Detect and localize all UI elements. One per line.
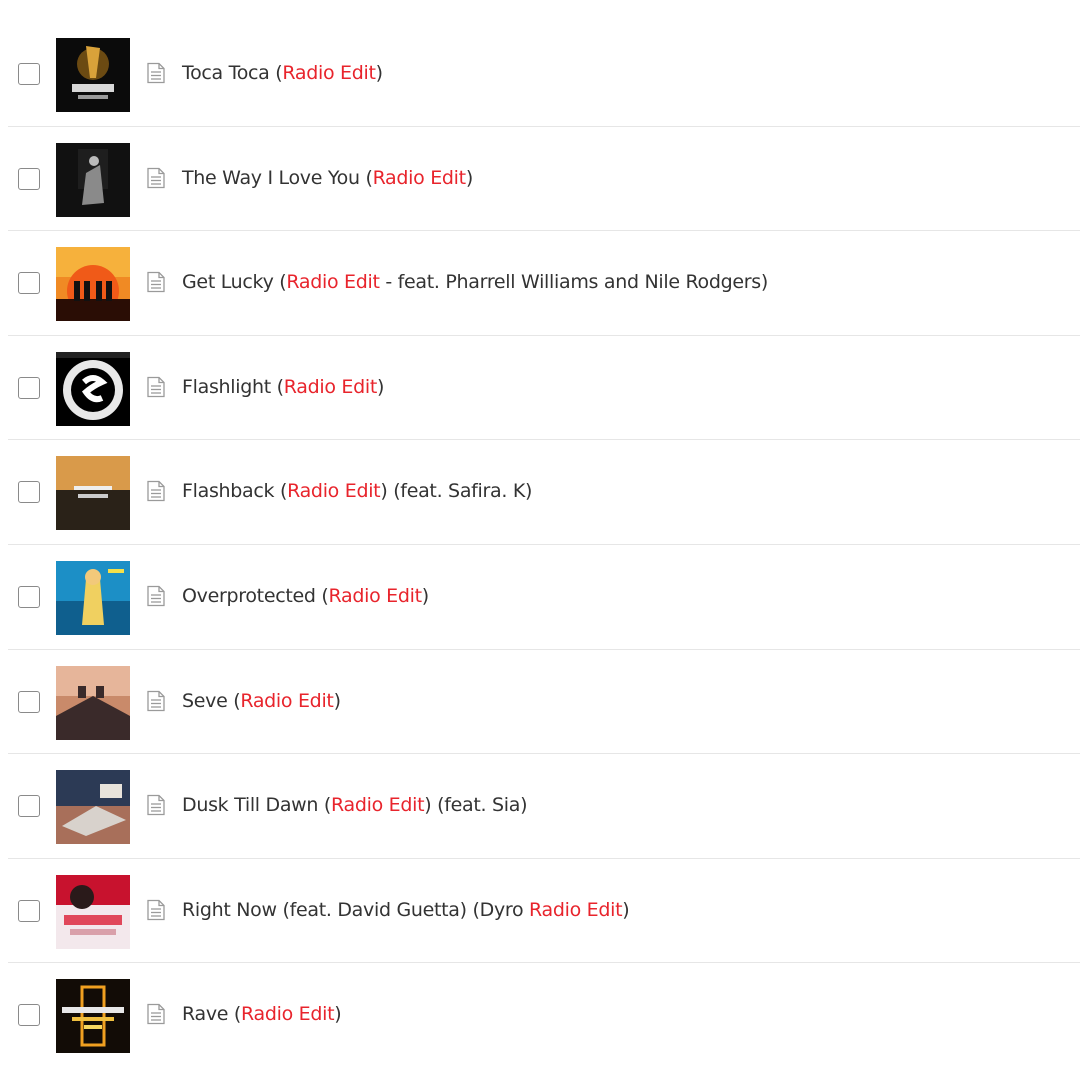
track-title-text: ) (375, 62, 383, 84)
track-title-text: ) (421, 584, 429, 607)
radio-edit-highlight: Radio Edit (286, 271, 380, 294)
track-row[interactable]: Flashback (Radio Edit) (feat. Safira. K) (8, 440, 1080, 545)
track-title-text: ) (feat. Safira. K) (380, 480, 533, 503)
track-title-text: Rave ( (182, 1003, 242, 1026)
radio-edit-highlight: Radio Edit (529, 898, 623, 921)
track-title-text: Toca Toca ( (182, 62, 283, 84)
track-title-text: ) (334, 1003, 342, 1026)
track-title-text: ) (feat. Sia) (424, 794, 528, 817)
track-checkbox[interactable] (18, 481, 40, 504)
track-title[interactable]: Flashlight (Radio Edit) (182, 374, 384, 400)
radio-edit-highlight: Radio Edit (328, 584, 423, 607)
track-title-text: ) (622, 898, 630, 921)
track-row[interactable]: The Way I Love You (Radio Edit) (8, 127, 1080, 232)
track-checkbox[interactable] (18, 167, 40, 190)
track-title-text: ) (465, 166, 473, 189)
seve-cover[interactable] (56, 665, 130, 740)
track-title[interactable]: The Way I Love You (Radio Edit) (182, 165, 473, 191)
track-title-text: Overprotected ( (182, 584, 329, 607)
track-checkbox[interactable] (18, 272, 40, 295)
track-checkbox[interactable] (18, 1004, 40, 1027)
track-checkbox[interactable] (18, 795, 40, 818)
dusk-till-dawn-cover[interactable] (56, 770, 130, 845)
flashback-cover[interactable] (56, 456, 130, 531)
lyrics-document-icon[interactable] (145, 62, 167, 84)
fly-project-toca-toca-cover[interactable] (56, 38, 130, 112)
radio-edit-highlight: Radio Edit (283, 375, 378, 398)
track-row[interactable]: Overprotected (Radio Edit) (8, 545, 1080, 650)
lyrics-document-icon[interactable] (145, 1003, 167, 1025)
track-row[interactable]: Dusk Till Dawn (Radio Edit) (feat. Sia) (8, 754, 1080, 859)
track-list: Toca Toca (Radio Edit) The Way I Love You… (0, 22, 1080, 1068)
radio-edit-highlight: Radio Edit (372, 166, 467, 189)
track-row[interactable]: Flashlight (Radio Edit) (8, 336, 1080, 441)
lyrics-document-icon[interactable] (145, 376, 167, 398)
track-checkbox[interactable] (18, 63, 40, 85)
radio-edit-highlight: Radio Edit (331, 794, 425, 817)
lyrics-document-icon[interactable] (145, 690, 167, 712)
right-now-cover[interactable] (56, 874, 130, 949)
lyrics-document-icon[interactable] (145, 271, 167, 293)
track-title[interactable]: Seve (Radio Edit) (182, 688, 341, 714)
get-lucky-cover[interactable] (56, 247, 130, 322)
lyrics-document-icon[interactable] (145, 899, 167, 921)
track-title-text: Get Lucky ( (182, 271, 287, 294)
track-title[interactable]: Right Now (feat. David Guetta) (Dyro Rad… (182, 897, 630, 923)
lyrics-document-icon[interactable] (145, 167, 167, 189)
lyrics-document-icon[interactable] (145, 585, 167, 607)
track-title[interactable]: Get Lucky (Radio Edit - feat. Pharrell W… (182, 269, 768, 295)
track-title[interactable]: Dusk Till Dawn (Radio Edit) (feat. Sia) (182, 792, 527, 818)
lyrics-document-icon[interactable] (145, 794, 167, 816)
radio-edit-highlight: Radio Edit (287, 480, 381, 503)
track-row[interactable]: Toca Toca (Radio Edit) (8, 22, 1080, 127)
track-checkbox[interactable] (18, 376, 40, 399)
track-title-text: - feat. Pharrell Williams and Nile Rodge… (379, 271, 768, 294)
track-title-text: ) (333, 689, 341, 712)
track-row[interactable]: Right Now (feat. David Guetta) (Dyro Rad… (8, 859, 1080, 964)
radio-edit-highlight: Radio Edit (282, 62, 376, 84)
track-checkbox[interactable] (18, 585, 40, 608)
track-checkbox[interactable] (18, 690, 40, 713)
track-title-text: ) (377, 375, 385, 398)
track-title-text: Dusk Till Dawn ( (182, 794, 332, 817)
track-checkbox[interactable] (18, 899, 40, 922)
track-title[interactable]: Toca Toca (Radio Edit) (182, 60, 383, 86)
track-title-text: Flashlight ( (182, 375, 284, 398)
track-title[interactable]: Rave (Radio Edit) (182, 1001, 342, 1027)
track-title-text: Seve ( (182, 689, 241, 712)
track-row[interactable]: Get Lucky (Radio Edit - feat. Pharrell W… (8, 231, 1080, 336)
flashlight-spinnin-cover[interactable] (56, 351, 130, 426)
track-row[interactable]: Seve (Radio Edit) (8, 650, 1080, 755)
lyrics-document-icon[interactable] (145, 480, 167, 502)
track-row[interactable]: Rave (Radio Edit) (8, 963, 1080, 1068)
track-title-text: Flashback ( (182, 480, 288, 503)
track-title[interactable]: Flashback (Radio Edit) (feat. Safira. K) (182, 478, 532, 504)
track-title-text: The Way I Love You ( (182, 166, 373, 189)
rave-cover[interactable] (56, 979, 130, 1054)
radio-edit-highlight: Radio Edit (241, 1003, 335, 1026)
overprotected-cover[interactable] (56, 560, 130, 635)
the-way-i-love-you-cover[interactable] (56, 142, 130, 217)
radio-edit-highlight: Radio Edit (240, 689, 334, 712)
track-title[interactable]: Overprotected (Radio Edit) (182, 583, 429, 609)
track-title-text: Right Now (feat. David Guetta) (Dyro (182, 898, 530, 921)
